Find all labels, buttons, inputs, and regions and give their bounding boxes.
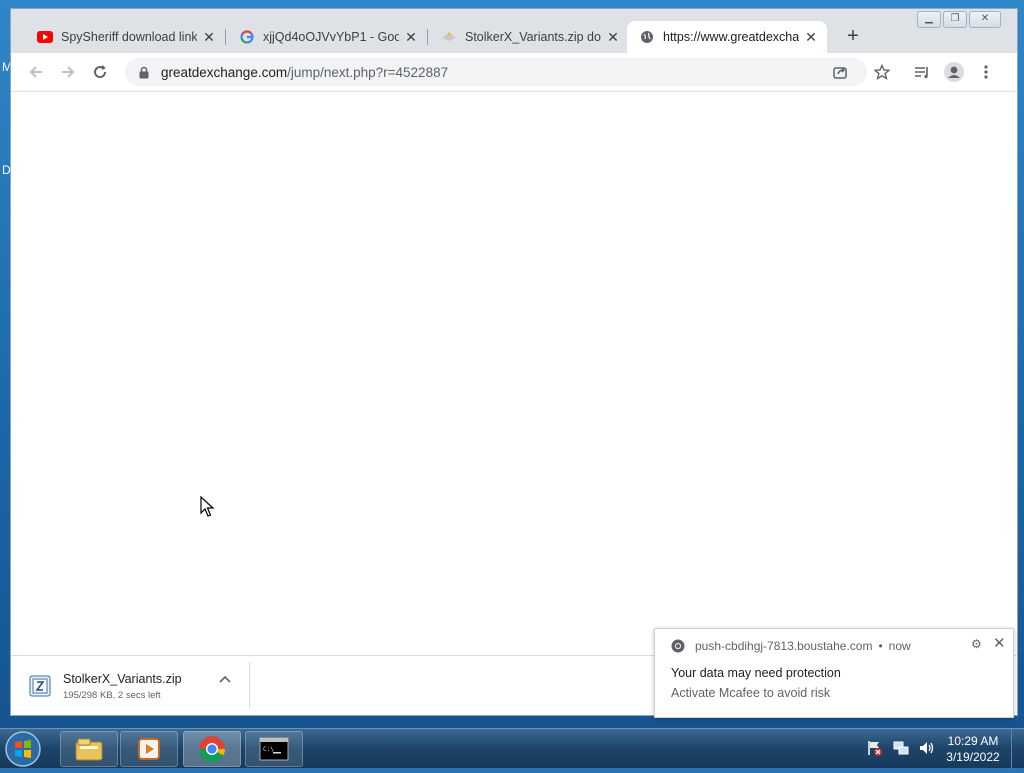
cmd-icon: C:\ [259, 737, 289, 761]
tab-spysheriff[interactable]: SpySheriff download link ✕ [25, 21, 225, 53]
action-center-flag-icon[interactable] [866, 739, 884, 757]
tab-divider [225, 29, 226, 45]
chrome-icon [671, 639, 685, 653]
tab-title: StolkerX_Variants.zip dosy [465, 30, 601, 44]
download-status: 195/298 KB, 2 secs left [63, 689, 161, 701]
taskbar-chrome[interactable] [183, 731, 241, 767]
bookmark-star-icon[interactable] [871, 61, 893, 83]
youtube-icon [37, 29, 53, 45]
system-clock[interactable]: 10:29 AM 3/19/2022 [940, 733, 1006, 765]
tab-title: xjjQd4oOJVvYbP1 - Goog [263, 30, 399, 44]
address-bar[interactable]: greatdexchange.com/jump/next.php?r=45228… [125, 58, 867, 86]
globe-icon [639, 29, 655, 45]
back-icon[interactable] [25, 61, 47, 83]
url-host: greatdexchange.com [161, 64, 288, 80]
close-icon[interactable]: ✕ [403, 29, 419, 46]
taskbar: C:\ 10:29 AM 3/19/2022 [0, 728, 1024, 769]
tab-zip-download[interactable]: StolkerX_Variants.zip dosy ✕ [429, 21, 629, 53]
download-item[interactable]: StolkerX_Variants.zip 195/298 KB, 2 secs… [27, 662, 249, 710]
notification-message: Activate Mcafee to avoid risk [671, 686, 831, 700]
show-desktop-button[interactable] [1011, 729, 1024, 769]
notification-header: push-cbdihgj-7813.boustahe.com • now [671, 639, 911, 653]
notification-dot: • [878, 639, 883, 653]
close-icon[interactable]: ✕ [605, 29, 621, 46]
gear-icon[interactable]: ⚙ [971, 637, 982, 651]
maximize-button[interactable]: ❐ [943, 11, 967, 28]
url-path: /jump/next.php?r=4522887 [287, 64, 449, 80]
menu-kebab-icon[interactable] [975, 61, 997, 83]
chrome-window: SpySheriff download link ✕ xjjQd4oOJVvYb… [10, 8, 1018, 716]
tab-divider [427, 29, 428, 45]
taskbar-media-player[interactable] [120, 731, 178, 767]
share-icon[interactable] [829, 61, 851, 83]
close-window-button[interactable]: ✕ [969, 11, 1001, 28]
windows-logo-icon [5, 731, 41, 767]
clock-time: 10:29 AM [947, 734, 999, 748]
tab-google[interactable]: xjjQd4oOJVvYbP1 - Goog ✕ [227, 21, 427, 53]
tab-title: SpySheriff download link [61, 30, 197, 44]
download-filename: StolkerX_Variants.zip [63, 671, 182, 686]
close-icon[interactable]: ✕ [803, 29, 819, 46]
media-player-icon [138, 738, 160, 760]
reading-list-icon[interactable] [911, 61, 933, 83]
clock-date: 3/19/2022 [946, 750, 1000, 764]
notification-title: Your data may need protection [671, 666, 841, 680]
download-divider [249, 662, 250, 708]
chevron-up-icon[interactable] [219, 672, 231, 686]
explorer-icon [75, 738, 103, 761]
minimize-button[interactable]: ▁ [917, 11, 941, 28]
reload-icon[interactable] [89, 61, 111, 83]
google-icon [239, 29, 255, 45]
page-content[interactable] [11, 91, 1017, 655]
url-text: greatdexchange.com/jump/next.php?r=45228… [161, 65, 448, 80]
close-icon[interactable]: ✕ [201, 29, 217, 46]
mouse-cursor-icon [200, 496, 215, 517]
push-notification[interactable]: push-cbdihgj-7813.boustahe.com • now ⚙ ✕… [654, 628, 1014, 718]
lock-icon[interactable] [137, 66, 151, 79]
volume-icon[interactable] [918, 739, 936, 757]
notification-source: push-cbdihgj-7813.boustahe.com [695, 639, 873, 653]
zip-file-icon [29, 675, 51, 697]
taskbar-explorer[interactable] [60, 731, 118, 767]
network-icon[interactable] [892, 739, 910, 757]
taskbar-cmd[interactable]: C:\ [245, 731, 303, 767]
start-button[interactable] [4, 730, 44, 768]
tab-strip: SpySheriff download link ✕ xjjQd4oOJVvYb… [11, 9, 1017, 53]
file-host-icon [441, 29, 457, 45]
chrome-icon [198, 736, 226, 763]
tab-title: https://www.greatdexchange [663, 30, 799, 44]
svg-text:C:\: C:\ [263, 746, 274, 753]
browser-toolbar: greatdexchange.com/jump/next.php?r=45228… [11, 53, 1017, 91]
tab-greatdexchange[interactable]: https://www.greatdexchange ✕ [627, 21, 827, 53]
notification-time: now [888, 639, 911, 653]
new-tab-button[interactable]: + [841, 25, 865, 49]
close-icon[interactable]: ✕ [993, 634, 1006, 652]
window-controls: ▁ ❐ ✕ [915, 11, 1001, 28]
profile-avatar-icon[interactable] [943, 61, 965, 83]
forward-icon[interactable] [57, 61, 79, 83]
